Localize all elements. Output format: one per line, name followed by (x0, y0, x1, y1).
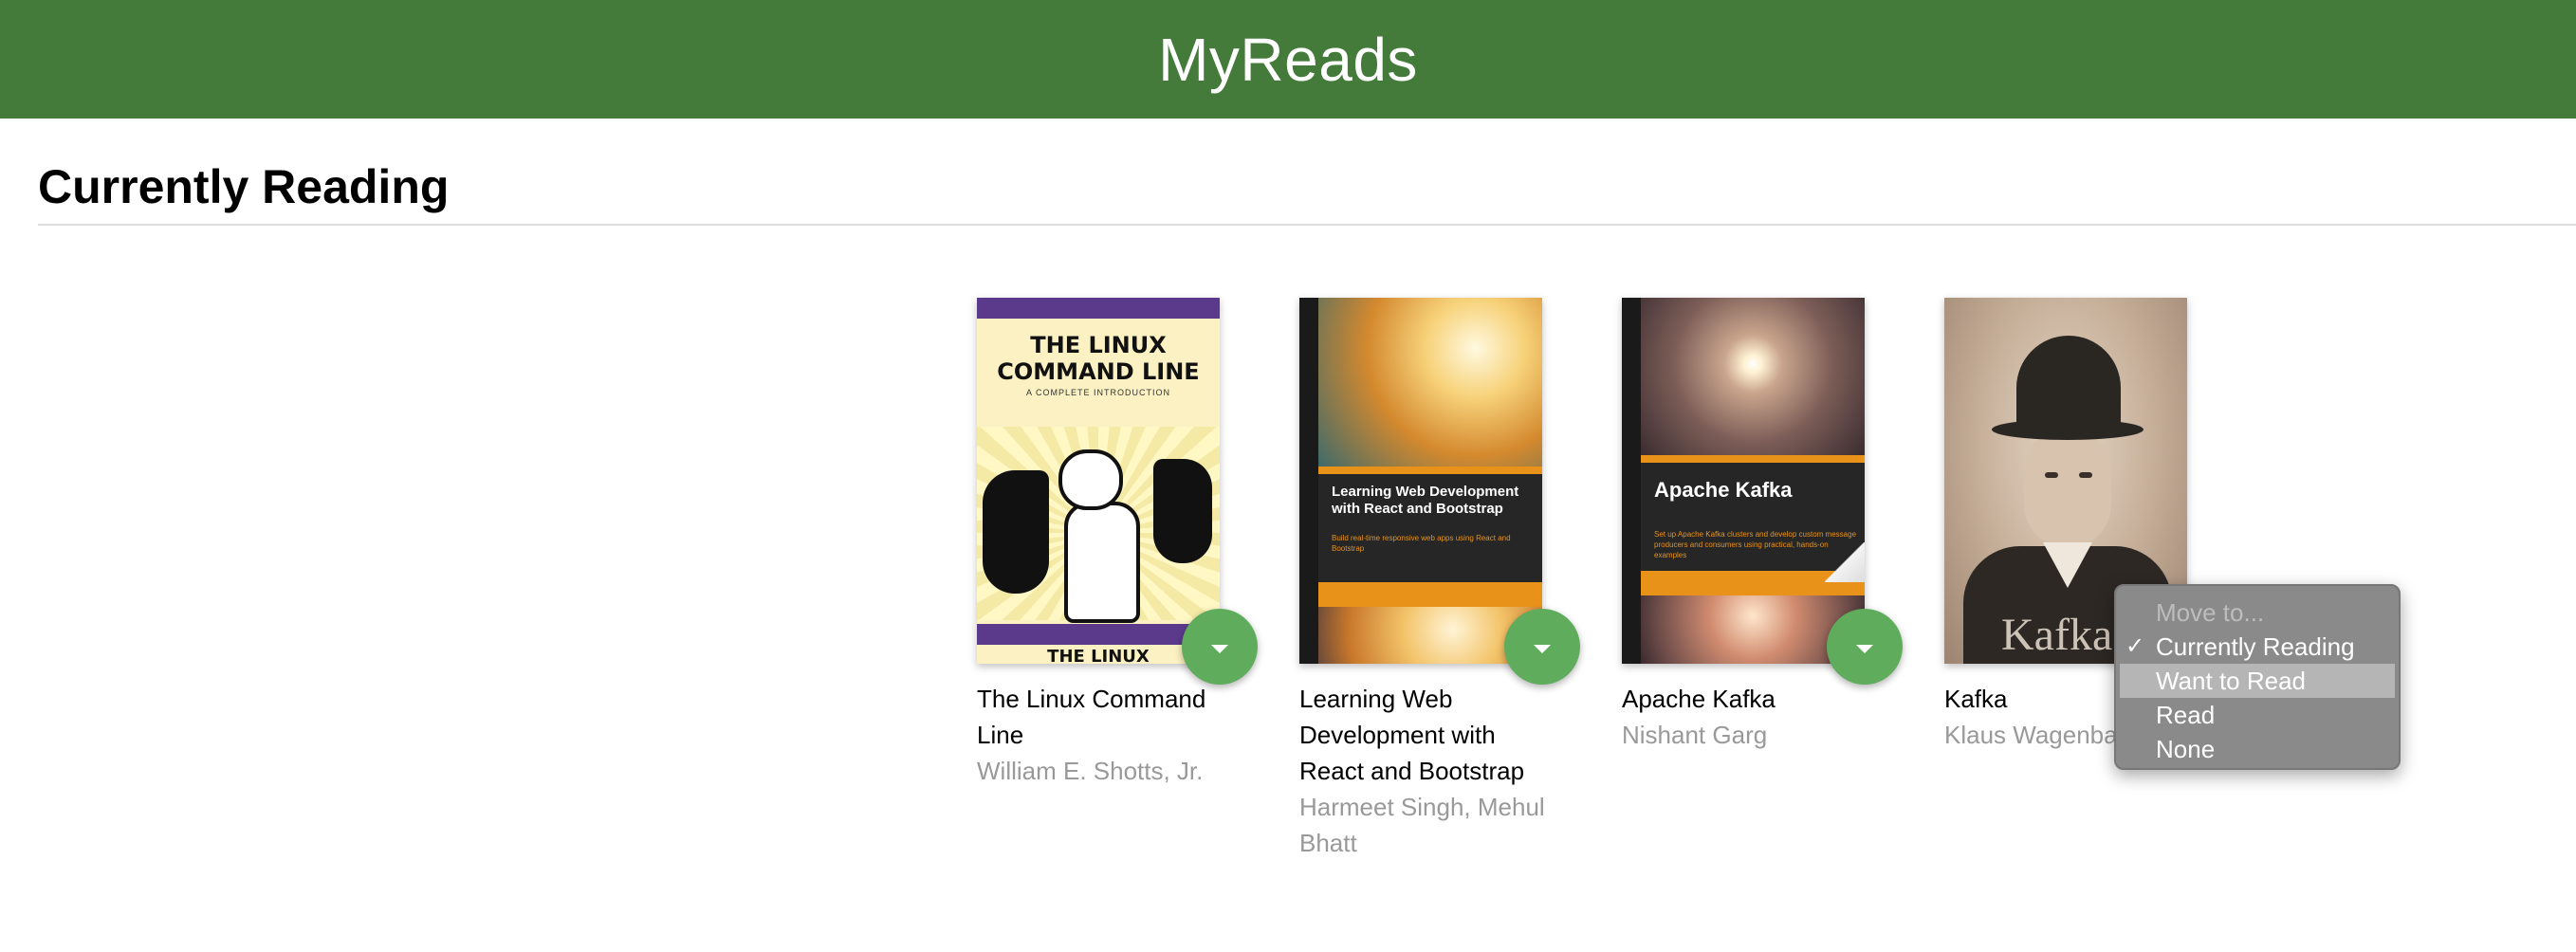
book-authors: Harmeet Singh, Mehul Bhatt (1299, 793, 1545, 857)
shelf-divider (38, 224, 2576, 226)
cover-title: Learning Web Development with React and … (1332, 484, 1519, 517)
book-authors: Nishant Garg (1622, 721, 1768, 749)
shelf-changer-button[interactable] (1504, 609, 1580, 685)
menu-header: Move to... (2156, 598, 2265, 627)
book-cover[interactable]: THE LINUX COMMAND LINE A COMPLETE INTROD… (977, 298, 1220, 664)
menu-option-currently-reading[interactable]: ✓ Currently Reading (2116, 630, 2399, 664)
book-item: Apache Kafka Set up Apache Kafka cluster… (1622, 298, 1903, 753)
book-title: The Linux Command Line (977, 685, 1206, 749)
menu-option-read[interactable]: Read (2116, 698, 2399, 732)
checkmark-icon: ✓ (2125, 633, 2145, 659)
book-title: Apache Kafka (1622, 685, 1776, 713)
shelf-changer-button[interactable] (1182, 609, 1258, 685)
book-item: THE LINUX COMMAND LINE A COMPLETE INTROD… (977, 298, 1258, 789)
caret-down-icon (1534, 644, 1551, 653)
cover-subtitle: Build real-time responsive web apps usin… (1332, 534, 1511, 553)
book-cover[interactable]: Learning Web Development with React and … (1299, 298, 1542, 664)
move-to-menu[interactable]: Move to... ✓ Currently Reading Want to R… (2114, 584, 2401, 770)
app-header: MyReads (0, 0, 2576, 119)
app-title: MyReads (1158, 25, 1418, 94)
book-title: Learning Web Development with React and … (1299, 685, 1525, 785)
menu-option-want-to-read[interactable]: Want to Read (2120, 664, 2395, 698)
menu-option-label: Currently Reading (2156, 632, 2355, 661)
cover-title: Apache Kafka (1654, 478, 1793, 502)
menu-option-none[interactable]: None (2116, 732, 2399, 766)
cover-title: Kafka (2001, 610, 2113, 660)
shelf-changer-button[interactable] (1827, 609, 1903, 685)
caret-down-icon (1856, 644, 1873, 653)
book-cover[interactable]: Apache Kafka Set up Apache Kafka cluster… (1622, 298, 1865, 664)
cover-subtitle: A COMPLETE INTRODUCTION (1025, 388, 1170, 397)
shelf-title: Currently Reading (38, 160, 450, 213)
book-item: Learning Web Development with React and … (1299, 298, 1580, 861)
caret-down-icon (1211, 644, 1228, 653)
cover-title: THE LINUX COMMAND LINE (997, 332, 1200, 385)
book-authors: William E. Shotts, Jr. (977, 757, 1204, 785)
